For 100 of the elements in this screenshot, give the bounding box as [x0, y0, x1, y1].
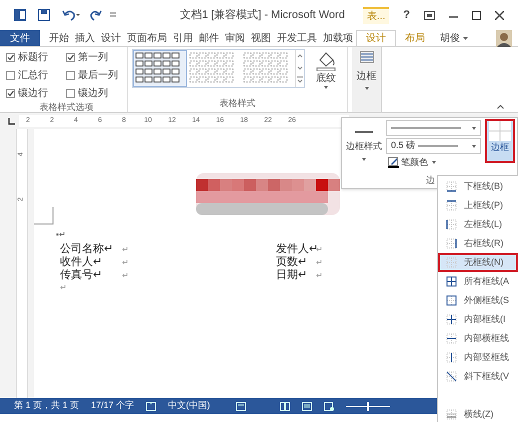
menu-item[interactable]: 内部框线(I — [438, 310, 518, 329]
shading-button[interactable]: 底纹 — [316, 71, 336, 86]
ribbon-tab[interactable]: 视图 — [248, 30, 274, 46]
ribbon-tab[interactable]: 加载项 — [320, 30, 356, 46]
read-mode-icon[interactable] — [280, 402, 290, 410]
paragraph-mark: ↵ — [122, 244, 130, 256]
border-icon — [445, 313, 458, 326]
customize-icon[interactable] — [110, 12, 116, 18]
menu-item[interactable]: 内部横框线 — [438, 329, 518, 348]
undo-icon[interactable] — [62, 9, 80, 21]
grid-icon — [489, 121, 511, 141]
border-icon — [445, 199, 458, 212]
paragraph-mark: ▪↵ — [56, 229, 67, 241]
zoom-slider[interactable] — [346, 402, 390, 410]
paragraph-mark: ↵ — [122, 270, 130, 282]
avatar-icon[interactable] — [496, 30, 512, 47]
line-style-dropdown[interactable] — [386, 120, 481, 136]
menu-item[interactable]: 横线(Z) — [438, 405, 518, 422]
menu-item[interactable]: 上框线(P) — [438, 196, 518, 215]
checkbox-label: 最后一列 — [78, 68, 118, 83]
line-style-icon[interactable] — [355, 130, 373, 134]
ribbon-tab[interactable]: 页面布局 — [124, 30, 170, 46]
ribbon-display-icon[interactable] — [424, 10, 435, 20]
border-icon — [445, 370, 458, 383]
ribbon-tab[interactable]: 文件 — [0, 30, 40, 46]
checkbox[interactable] — [6, 71, 15, 80]
checkbox-label: 镶边行 — [18, 86, 48, 101]
document-text: 收件人↵ — [60, 256, 103, 269]
border-icon — [445, 256, 458, 269]
document-text: 传真号↵ — [60, 269, 103, 282]
checkbox[interactable] — [6, 53, 15, 62]
paragraph-mark: ↵ — [122, 257, 130, 269]
ribbon-tab[interactable]: 邮件 — [196, 30, 222, 46]
ribbon-tab[interactable]: 开发工具 — [274, 30, 320, 46]
maximize-icon[interactable] — [472, 10, 481, 20]
pen-color-button[interactable]: 笔颜色 — [401, 156, 428, 170]
caret-icon[interactable] — [432, 161, 436, 164]
document-text: 日期↵ — [276, 269, 308, 282]
print-layout-icon[interactable] — [302, 402, 312, 410]
paragraph-mark: ↵ — [316, 244, 324, 256]
book-check-icon[interactable] — [146, 402, 156, 410]
checkbox-label: 标题行 — [18, 50, 48, 65]
checkbox[interactable] — [66, 89, 75, 98]
word-icon[interactable] — [14, 9, 26, 21]
border-icon — [445, 294, 458, 307]
ribbon-tab[interactable]: 引用 — [170, 30, 196, 46]
line-sample-icon — [391, 127, 461, 129]
collapse-icon[interactable] — [497, 104, 504, 109]
menu-item[interactable]: 左框线(L) — [438, 215, 518, 234]
menu-item[interactable]: 内部竖框线 — [438, 348, 518, 367]
document-text: 页数↵ — [276, 256, 308, 269]
ribbon-tab[interactable]: 设计 — [98, 30, 124, 46]
checkbox[interactable] — [66, 53, 75, 62]
web-layout-icon[interactable] — [324, 402, 334, 410]
menu-item[interactable]: 下框线(B) — [438, 177, 518, 196]
checkbox[interactable] — [66, 71, 75, 80]
borders-group-button[interactable]: 边框 — [356, 69, 376, 84]
redo-icon[interactable] — [90, 9, 102, 21]
menu-item[interactable]: 斜下框线(V — [438, 367, 518, 386]
checkbox-label: 第一列 — [78, 51, 108, 65]
caret-icon[interactable] — [324, 86, 328, 89]
group-label: 边 — [426, 174, 435, 186]
menu-item[interactable]: 无框线(N) — [438, 253, 518, 272]
help-button[interactable]: ? — [403, 6, 410, 24]
text-boundary-icon — [34, 207, 54, 225]
checkbox-label: 汇总行 — [18, 68, 48, 83]
border-icon — [445, 332, 458, 345]
caret-icon — [472, 144, 476, 148]
macro-icon[interactable] — [236, 402, 246, 410]
caret-icon[interactable] — [463, 36, 468, 40]
close-icon[interactable] — [495, 10, 504, 20]
menu-item[interactable]: 右框线(R) — [438, 234, 518, 253]
context-tab-label: 表... — [362, 6, 390, 24]
ribbon-tab[interactable]: 开始 — [46, 30, 72, 46]
border-icon — [445, 351, 458, 364]
lines-icon[interactable] — [360, 51, 374, 63]
page-count[interactable]: 第 1 页，共 1 页 — [14, 399, 80, 413]
menu-item[interactable]: 外侧框线(S — [438, 291, 518, 310]
border-icon — [445, 237, 458, 250]
checkbox-label: 镶边列 — [78, 86, 108, 101]
menu-item[interactable]: 所有框线(A — [438, 272, 518, 291]
paragraph-mark: ↵ — [316, 257, 324, 269]
caret-icon[interactable] — [362, 158, 366, 160]
borders-button[interactable]: 边框 — [485, 119, 515, 163]
pen-icon[interactable] — [388, 157, 399, 168]
table-style-thumbnail[interactable] — [133, 50, 187, 87]
caret-icon[interactable] — [364, 87, 368, 90]
word-count[interactable]: 17/17 个字 — [91, 399, 134, 413]
border-styles-button[interactable]: 边框样式 — [346, 140, 382, 154]
document-text: 公司名称↵ — [60, 243, 114, 256]
line-sample-icon — [418, 145, 458, 147]
paragraph-mark: ↵ — [60, 282, 68, 294]
tab-selector-icon[interactable] — [8, 118, 15, 124]
border-icon — [445, 180, 458, 193]
checkbox[interactable] — [6, 89, 15, 98]
language-indicator[interactable]: 中文(中国) — [168, 399, 210, 413]
ribbon-tab[interactable]: 插入 — [72, 30, 98, 46]
save-icon[interactable] — [38, 9, 50, 21]
account-name[interactable]: 胡俊 — [440, 30, 460, 46]
ribbon-tab[interactable]: 审阅 — [222, 30, 248, 46]
